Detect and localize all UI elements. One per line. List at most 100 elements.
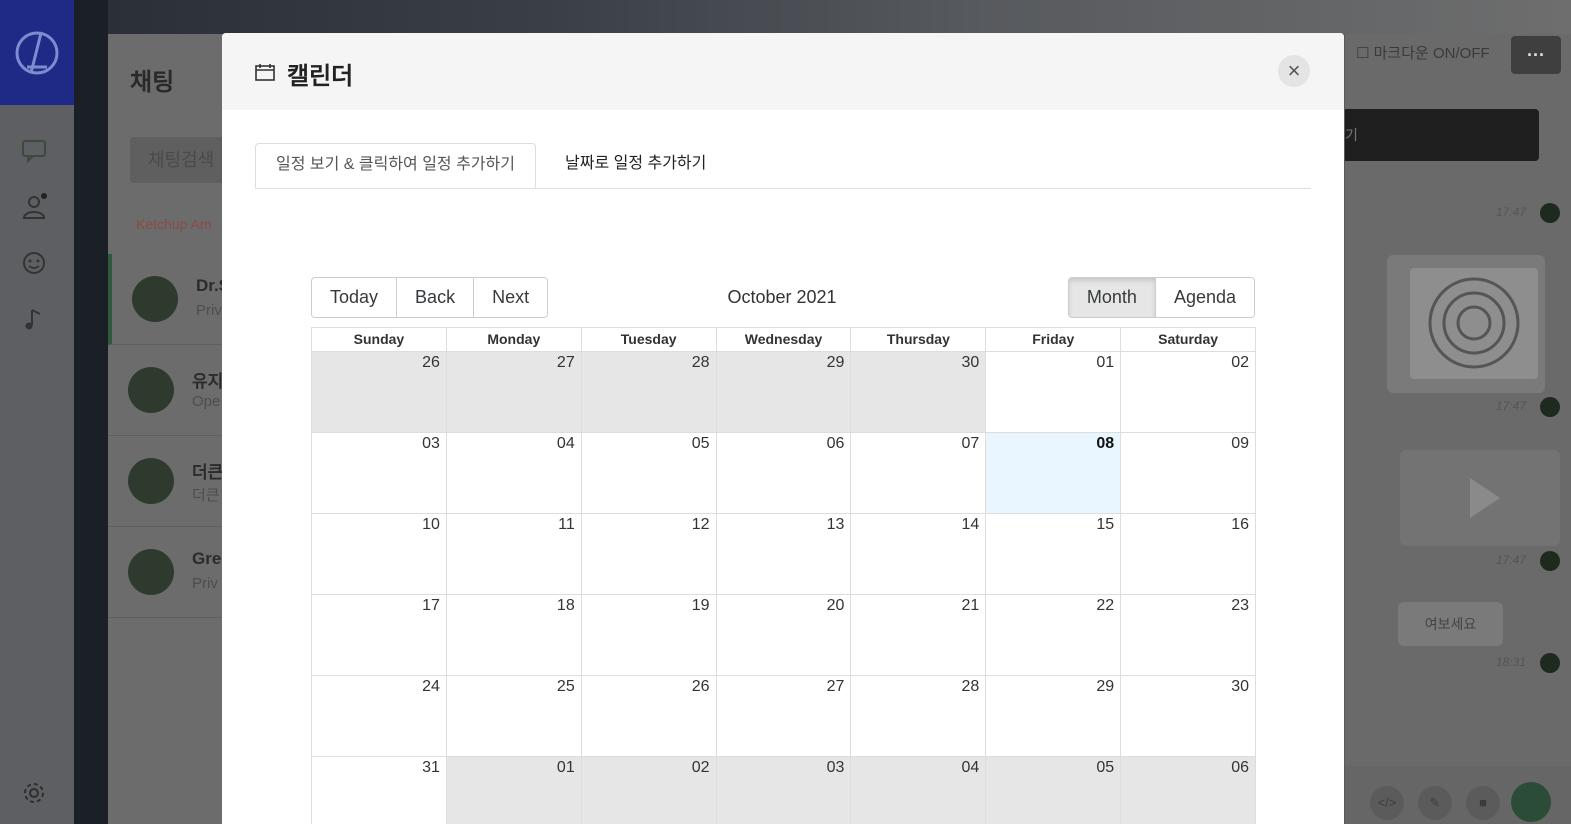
day-number[interactable]: 05 (692, 435, 710, 453)
day-cell[interactable]: 26 (312, 352, 446, 432)
day-number[interactable]: 31 (422, 759, 440, 777)
day-cell[interactable]: 15 (985, 514, 1120, 594)
day-cell[interactable]: 16 (1120, 514, 1255, 594)
settings-gear-icon[interactable] (20, 779, 48, 807)
day-cell[interactable]: 28 (580, 352, 716, 432)
image-message[interactable] (1387, 255, 1545, 393)
close-button[interactable]: × (1278, 55, 1310, 87)
day-cell[interactable]: 18 (445, 595, 581, 675)
video-message[interactable] (1400, 450, 1560, 546)
day-number[interactable]: 30 (1231, 678, 1249, 696)
day-cell[interactable]: 27 (445, 352, 581, 432)
day-number[interactable]: 02 (692, 759, 710, 777)
attach-icon[interactable]: ✎ (1418, 786, 1452, 820)
day-number[interactable]: 28 (692, 354, 710, 372)
day-cell[interactable]: 22 (985, 595, 1120, 675)
day-cell[interactable]: 14 (850, 514, 985, 594)
markdown-toggle[interactable]: ☐ 마크다운 ON/OFF (1356, 42, 1490, 63)
day-number[interactable]: 06 (827, 435, 845, 453)
day-cell[interactable]: 26 (580, 676, 716, 756)
day-cell[interactable]: 19 (580, 595, 716, 675)
chat-bubble-icon[interactable] (20, 136, 48, 164)
day-cell[interactable]: 04 (850, 757, 986, 824)
tab-add-by-date[interactable]: 날짜로 일정 추가하기 (545, 143, 726, 187)
day-number[interactable]: 26 (692, 678, 710, 696)
day-number[interactable]: 07 (962, 435, 980, 453)
day-number[interactable]: 06 (1231, 759, 1249, 777)
day-cell[interactable]: 30 (850, 352, 986, 432)
day-cell[interactable]: 12 (580, 514, 716, 594)
day-cell[interactable]: 27 (715, 676, 851, 756)
agenda-view-button[interactable]: Agenda (1154, 278, 1254, 317)
day-number[interactable]: 24 (422, 678, 440, 696)
chat-list-item[interactable]: 유지 Ope (108, 345, 223, 436)
day-cell-today[interactable]: 08 (985, 433, 1121, 513)
day-number[interactable]: 13 (827, 516, 845, 534)
day-number[interactable]: 23 (1231, 597, 1249, 615)
user-icon[interactable] (20, 193, 48, 221)
day-number[interactable]: 29 (1096, 678, 1114, 696)
day-number[interactable]: 29 (827, 354, 845, 372)
day-cell[interactable]: 02 (1120, 352, 1255, 432)
day-number[interactable]: 11 (558, 516, 575, 534)
day-cell[interactable]: 05 (580, 433, 716, 513)
day-number[interactable]: 20 (827, 597, 845, 615)
day-cell[interactable]: 05 (985, 757, 1121, 824)
back-button[interactable]: Back (396, 278, 474, 317)
day-number[interactable]: 18 (557, 597, 575, 615)
chat-list-item[interactable]: Gre Priv (108, 527, 222, 618)
day-cell[interactable]: 01 (445, 757, 581, 824)
app-logo[interactable] (0, 0, 74, 105)
day-cell[interactable]: 03 (312, 433, 446, 513)
day-number[interactable]: 08 (1096, 435, 1114, 453)
day-cell[interactable]: 13 (715, 514, 851, 594)
day-cell[interactable]: 17 (312, 595, 446, 675)
day-number[interactable]: 27 (557, 354, 575, 372)
day-number[interactable]: 01 (557, 759, 575, 777)
day-number[interactable]: 19 (692, 597, 710, 615)
send-icon[interactable] (1511, 782, 1551, 822)
day-number[interactable]: 09 (1231, 435, 1249, 453)
day-number[interactable]: 28 (962, 678, 980, 696)
day-number[interactable]: 04 (962, 759, 980, 777)
day-cell[interactable]: 03 (715, 757, 851, 824)
day-cell[interactable]: 29 (985, 676, 1120, 756)
day-number[interactable]: 10 (422, 516, 440, 534)
day-cell[interactable]: 01 (985, 352, 1120, 432)
day-number[interactable]: 25 (557, 678, 575, 696)
chat-list-item[interactable]: Dr.S Priv (108, 254, 230, 345)
day-cell[interactable]: 02 (580, 757, 716, 824)
banner-bar[interactable]: 기 (1345, 109, 1539, 161)
day-number[interactable]: 12 (692, 516, 710, 534)
day-number[interactable]: 01 (1096, 354, 1114, 372)
day-cell[interactable]: 30 (1120, 676, 1255, 756)
tab-view-schedule[interactable]: 일정 보기 & 클릭하여 일정 추가하기 (255, 143, 536, 188)
day-number[interactable]: 02 (1231, 354, 1249, 372)
music-note-icon[interactable] (20, 305, 48, 333)
day-cell[interactable]: 23 (1120, 595, 1255, 675)
day-number[interactable]: 05 (1096, 759, 1114, 777)
day-number[interactable]: 21 (962, 597, 980, 615)
day-cell[interactable]: 21 (850, 595, 985, 675)
day-number[interactable]: 04 (557, 435, 575, 453)
day-cell[interactable]: 20 (715, 595, 851, 675)
day-cell[interactable]: 06 (715, 433, 851, 513)
day-cell[interactable]: 07 (850, 433, 985, 513)
chat-list-item[interactable]: 더큰 더큰 (108, 436, 223, 527)
day-number[interactable]: 14 (962, 516, 980, 534)
next-button[interactable]: Next (473, 278, 548, 317)
day-number[interactable]: 26 (422, 354, 440, 372)
day-cell[interactable]: 24 (312, 676, 446, 756)
day-cell[interactable]: 09 (1120, 433, 1255, 513)
code-icon[interactable]: </> (1370, 786, 1404, 820)
day-cell[interactable]: 10 (312, 514, 446, 594)
day-number[interactable]: 16 (1231, 516, 1249, 534)
day-cell[interactable]: 28 (850, 676, 985, 756)
day-number[interactable]: 27 (827, 678, 845, 696)
day-number[interactable]: 15 (1096, 516, 1114, 534)
day-number[interactable]: 22 (1096, 597, 1114, 615)
video-camera-icon[interactable]: ■ (1466, 786, 1500, 820)
more-options-button[interactable]: ··· (1511, 36, 1561, 74)
month-view-button[interactable]: Month (1068, 278, 1155, 317)
day-cell[interactable]: 29 (715, 352, 851, 432)
